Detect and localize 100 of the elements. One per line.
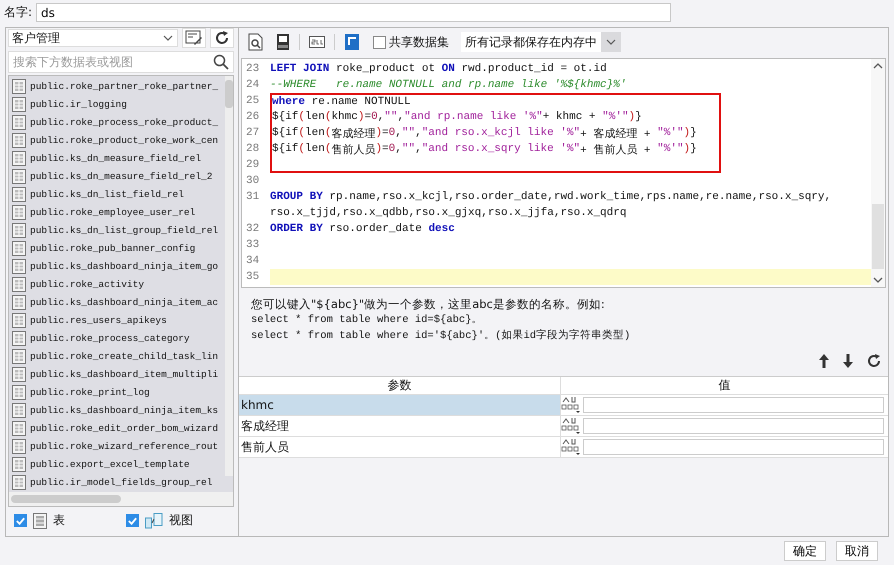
- table-icon: [12, 474, 26, 490]
- refresh-button[interactable]: [210, 28, 234, 48]
- caret-icon: [606, 39, 616, 45]
- table-icon: [33, 512, 47, 528]
- table-list-item[interactable]: public.roke_print_log: [9, 383, 228, 401]
- table-icon: [12, 78, 26, 94]
- table-list-item[interactable]: public.ks_dn_list_field_rel: [9, 185, 228, 203]
- name-label: 名字:: [4, 4, 32, 21]
- edit-icon: [185, 30, 203, 46]
- table-icon: [12, 96, 26, 112]
- line-number: 32: [246, 223, 260, 235]
- filter-label: 表: [53, 512, 65, 529]
- table-list-item[interactable]: public.roke_product_roke_work_cen: [9, 131, 228, 149]
- parameter-name[interactable]: khmc: [239, 395, 561, 415]
- table-list-item[interactable]: public.ir_model_fields_group_rel: [9, 473, 228, 491]
- table-list-item[interactable]: public.roke_activity: [9, 275, 228, 293]
- table-list-item[interactable]: public.roke_process_category: [9, 329, 228, 347]
- table-list-item[interactable]: public.export_excel_template: [9, 455, 228, 473]
- scrollbar[interactable]: [225, 76, 233, 476]
- schema-dropdown[interactable]: 客户管理: [8, 29, 178, 47]
- dialog-button[interactable]: 取消: [836, 541, 878, 561]
- checkbox[interactable]: [126, 514, 139, 527]
- line-number: 28: [246, 143, 260, 155]
- caret-icon: [163, 35, 173, 41]
- document-icon: [276, 33, 290, 51]
- up-arrow-icon: [818, 353, 830, 369]
- code-line: ORDER BY rso.order_date desc: [270, 222, 456, 237]
- line-number: 26: [246, 111, 260, 123]
- table-list-item[interactable]: public.ks_dashboard_ninja_item_ks: [9, 401, 228, 419]
- dialog-button[interactable]: 确定: [784, 541, 826, 561]
- table-list-item[interactable]: public.res_users_apikeys: [9, 311, 228, 329]
- table-list-item[interactable]: public.roke_process_roke_product_: [9, 113, 228, 131]
- table-list-item[interactable]: public.roke_pub_banner_config: [9, 239, 228, 257]
- table-icon: [12, 456, 26, 472]
- search-field[interactable]: 搜索下方数据表或视图: [8, 51, 234, 73]
- scrollbar-thumb[interactable]: [872, 204, 884, 269]
- storage-dropdown[interactable]: 所有记录都保存在内存中: [461, 32, 621, 52]
- table-icon: [12, 348, 26, 364]
- table-list-item[interactable]: public.roke_partner_roke_partner_: [9, 77, 228, 95]
- scrollbar[interactable]: [871, 59, 885, 287]
- table-list-item[interactable]: public.ks_dn_measure_field_rel_2: [9, 167, 228, 185]
- table-list-item[interactable]: public.roke_create_child_task_lin: [9, 347, 228, 365]
- filter-label: 视图: [169, 512, 193, 529]
- table-list-item[interactable]: public.ks_dashboard_item_multipli: [9, 365, 228, 383]
- sql-button[interactable]: [306, 34, 328, 50]
- table-list-item[interactable]: public.roke_employee_user_rel: [9, 203, 228, 221]
- parameter-name[interactable]: 售前人员: [239, 437, 561, 457]
- code-line: --WHERE re.name NOTNULL and rp.name like '%${khmc}%': [270, 78, 628, 93]
- line-number: 25: [246, 95, 260, 107]
- code-line: ${if(len(客成经理)=0,"","and rso.x_kcjl like '%"+ 客成经理 + "%'")}: [270, 125, 721, 141]
- checkbox[interactable]: [373, 36, 386, 48]
- table-icon: [12, 420, 26, 436]
- refresh-icon: [214, 30, 230, 46]
- preview-icon: [248, 33, 264, 51]
- table-list-item[interactable]: public.ks_dn_measure_field_rel: [9, 149, 228, 167]
- line-number: 31: [246, 191, 260, 203]
- name-field[interactable]: ds: [36, 3, 672, 22]
- table-list-item[interactable]: public.roke_edit_order_bom_wizard: [9, 419, 228, 437]
- table-icon: [12, 294, 26, 310]
- table-icon: [12, 150, 26, 166]
- line-number: 33: [246, 239, 260, 251]
- table-icon: [12, 438, 26, 454]
- share-label: 共享数据集: [389, 34, 449, 50]
- table-icon: [12, 240, 26, 256]
- table-icon: [12, 204, 26, 220]
- scroll-up-icon[interactable]: [873, 63, 883, 69]
- value-field[interactable]: [583, 439, 884, 455]
- type-icon[interactable]: [561, 396, 581, 414]
- search-icon: [213, 54, 229, 70]
- type-icon[interactable]: [561, 417, 581, 435]
- table-list-item[interactable]: public.roke_wizard_reference_rout: [9, 437, 228, 455]
- line-number: 29: [246, 159, 260, 171]
- help-text: select * from table where id=${abc}。: [251, 313, 484, 328]
- type-icon[interactable]: [561, 438, 581, 456]
- sql-icon: [309, 34, 325, 50]
- view-icon: [145, 512, 163, 528]
- scrollbar[interactable]: [9, 492, 233, 506]
- value-field[interactable]: [583, 418, 884, 434]
- checkbox[interactable]: [14, 514, 27, 527]
- edit-button[interactable]: [182, 28, 206, 48]
- column-header: 参数: [239, 377, 561, 394]
- value-field[interactable]: [583, 397, 884, 413]
- code-line: ${if(len(售前人员)=0,"","and rso.x_sqry like '%"+ 售前人员 + "%'")}: [270, 141, 721, 157]
- table-icon: [12, 366, 26, 382]
- refresh-icon: [866, 353, 882, 369]
- code-line: where re.name NOTNULL: [270, 93, 721, 109]
- parameter-name[interactable]: 客成经理: [239, 416, 561, 436]
- table-icon: [12, 276, 26, 292]
- table-icon: [12, 330, 26, 346]
- table-list-item[interactable]: public.ks_dashboard_ninja_item_go: [9, 257, 228, 275]
- table-list-item[interactable]: public.ks_dn_list_group_field_rel: [9, 221, 228, 239]
- table-list-item[interactable]: public.ir_logging: [9, 95, 228, 113]
- code-editor[interactable]: [241, 58, 886, 288]
- line-number: 27: [246, 127, 260, 139]
- table-icon: [12, 132, 26, 148]
- table-icon: [12, 222, 26, 238]
- table-list-item[interactable]: public.ks_dashboard_ninja_item_ac: [9, 293, 228, 311]
- scroll-down-icon[interactable]: [873, 277, 883, 283]
- code-line: rso.x_tjjd,rso.x_qdbb,rso.x_gjxq,rso.x_jjfa,rso.x_qdrq: [270, 206, 628, 221]
- line-number: 35: [246, 271, 260, 283]
